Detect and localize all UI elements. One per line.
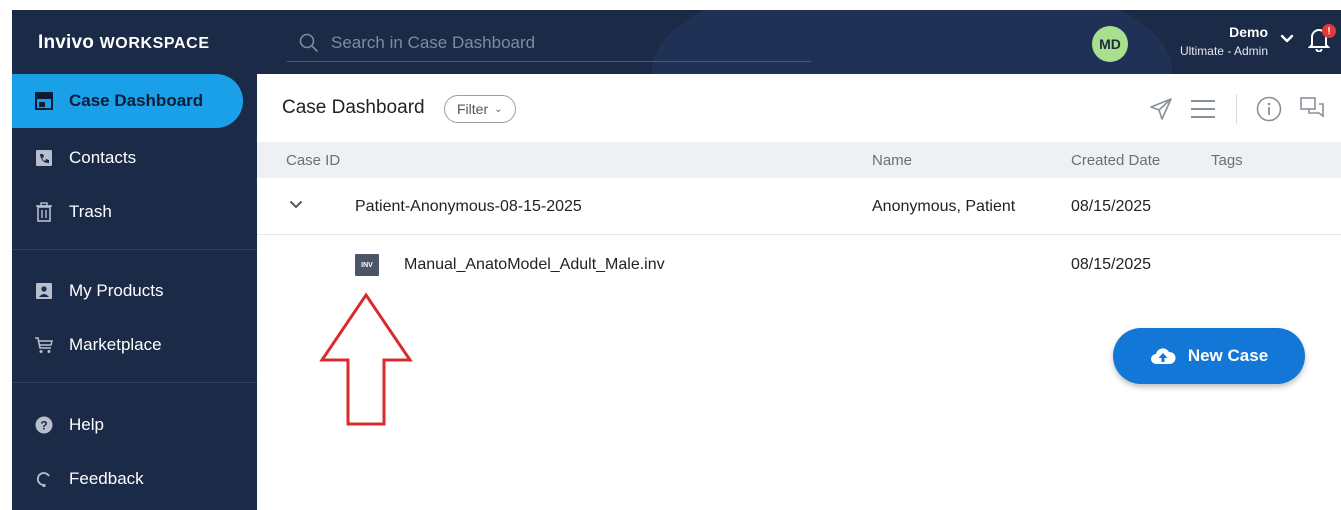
user-role: Ultimate - Admin: [1179, 44, 1268, 58]
sidebar-item-marketplace[interactable]: Marketplace: [12, 318, 243, 372]
created-date-cell: 08/15/2025: [1071, 256, 1152, 273]
column-header-created-date[interactable]: Created Date: [1071, 152, 1160, 169]
toolbar-divider: [1236, 94, 1237, 124]
sidebar-item-trash[interactable]: Trash: [12, 185, 243, 239]
sidebar-divider: [12, 249, 257, 250]
annotation-arrow-icon: [319, 292, 413, 426]
cloud-upload-icon: [1150, 348, 1176, 364]
user-info[interactable]: Demo Ultimate - Admin: [1152, 24, 1268, 58]
sidebar-item-label: Feedback: [69, 469, 144, 488]
filter-label: Filter: [457, 101, 489, 117]
search-bar: [287, 24, 811, 62]
trash-icon: [34, 202, 54, 222]
user-name: Demo: [1229, 24, 1268, 40]
list-view-icon[interactable]: [1190, 98, 1216, 120]
sidebar-item-label: Contacts: [69, 148, 137, 167]
column-header-case-id[interactable]: Case ID: [286, 152, 340, 169]
sidebar-item-label: Marketplace: [69, 335, 162, 354]
sidebar-item-label: Trash: [69, 202, 112, 221]
sidebar: Case Dashboard Contacts Trash My Product…: [12, 74, 257, 510]
search-icon: [299, 33, 318, 52]
app-logo[interactable]: Invivo WORKSPACE: [38, 32, 210, 54]
chevron-down-icon: ⌄: [494, 103, 503, 115]
contacts-icon: [34, 148, 54, 168]
column-header-tags[interactable]: Tags: [1211, 152, 1243, 169]
sidebar-divider: [12, 382, 257, 383]
info-icon[interactable]: [1256, 96, 1282, 122]
page-title: Case Dashboard: [282, 97, 425, 118]
send-icon[interactable]: [1149, 97, 1173, 121]
filter-button[interactable]: Filter ⌄: [444, 95, 516, 123]
inv-file-icon: INV: [355, 254, 379, 276]
sidebar-item-label: My Products: [69, 281, 164, 300]
cart-icon: [34, 335, 54, 355]
new-case-button[interactable]: New Case: [1113, 328, 1305, 384]
patient-name-cell: Anonymous, Patient: [872, 198, 1016, 215]
sidebar-item-feedback[interactable]: Feedback: [12, 452, 243, 506]
chevron-down-icon[interactable]: [1280, 34, 1294, 44]
file-name-cell[interactable]: Manual_AnatoModel_Adult_Male.inv: [404, 256, 665, 274]
column-header-name[interactable]: Name: [872, 152, 912, 169]
chat-icon[interactable]: [1299, 96, 1325, 120]
user-avatar[interactable]: MD: [1092, 26, 1128, 62]
notification-badge: !: [1322, 24, 1336, 38]
new-case-label: New Case: [1187, 346, 1269, 365]
sidebar-item-label: Help: [69, 415, 104, 434]
feedback-icon: [34, 469, 54, 489]
sidebar-item-contacts[interactable]: Contacts: [12, 131, 243, 185]
top-bar: Invivo WORKSPACE MD Demo Ultimate - Admi…: [12, 10, 1341, 74]
table-row[interactable]: INV Manual_AnatoModel_Adult_Male.inv 08/…: [257, 236, 1341, 293]
table-row[interactable]: Patient-Anonymous-08-15-2025 Anonymous, …: [257, 178, 1341, 235]
app-window: Invivo WORKSPACE MD Demo Ultimate - Admi…: [0, 0, 1341, 510]
logo-suffix: WORKSPACE: [99, 35, 210, 52]
products-icon: [34, 281, 54, 301]
svg-text:?: ?: [40, 419, 47, 433]
help-icon: ?: [34, 415, 54, 435]
search-input[interactable]: [331, 32, 771, 53]
table-header: Case ID Name Created Date Tags: [257, 142, 1341, 178]
chevron-down-icon[interactable]: [289, 200, 303, 210]
sidebar-item-help[interactable]: ? Help: [12, 398, 243, 452]
sidebar-item-case-dashboard[interactable]: Case Dashboard: [12, 74, 243, 128]
created-date-cell: 08/15/2025: [1071, 198, 1152, 215]
dashboard-icon: [34, 91, 54, 111]
sidebar-item-label: Case Dashboard: [69, 91, 204, 110]
sidebar-item-my-products[interactable]: My Products: [12, 264, 243, 318]
case-id-cell: Patient-Anonymous-08-15-2025: [355, 198, 582, 215]
logo-brand: Invivo: [38, 32, 95, 53]
